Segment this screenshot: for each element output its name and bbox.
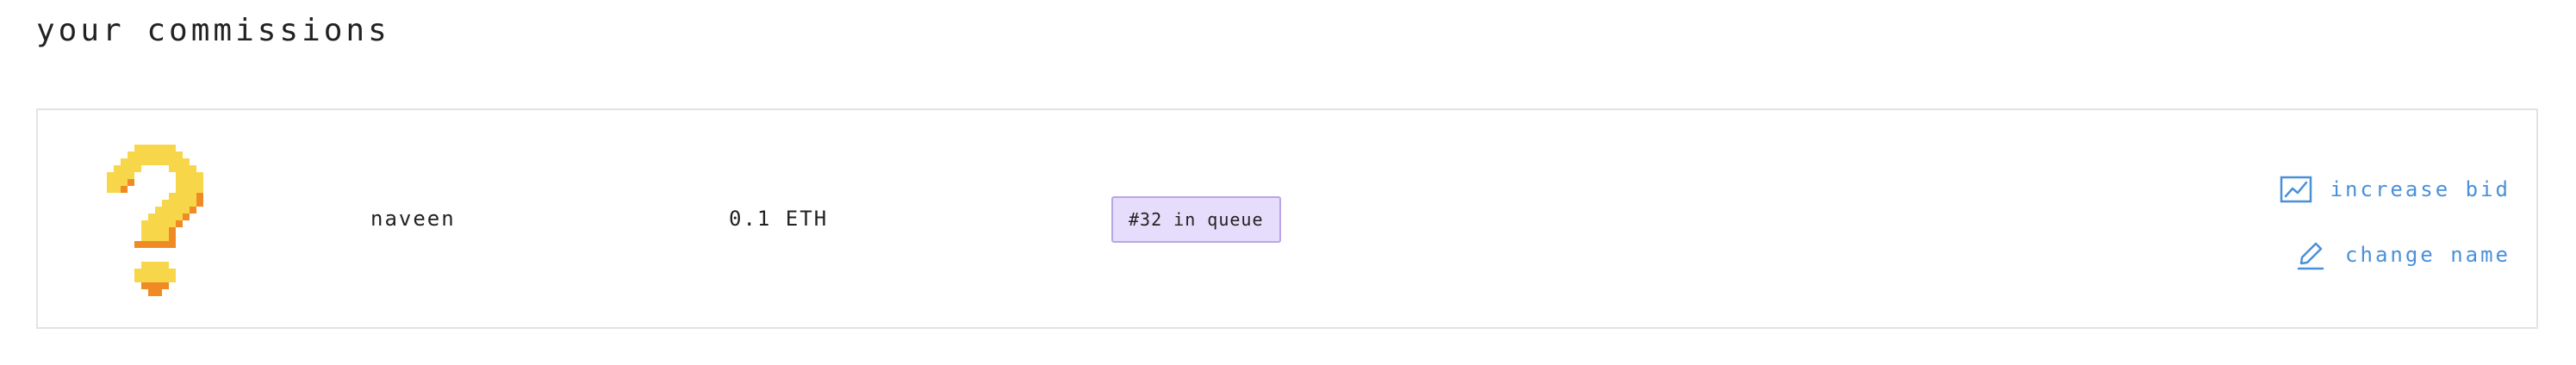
pencil-icon [2297, 242, 2324, 270]
chart-line-icon [2280, 176, 2312, 203]
pixel-question-mark-icon [107, 145, 203, 296]
increase-bid-button[interactable]: increase bid [2279, 172, 2511, 207]
commission-name: naveen [370, 207, 456, 231]
increase-bid-label: increase bid [2330, 177, 2511, 201]
commission-avatar [107, 145, 203, 296]
commission-bid: 0.1 ETH [729, 207, 829, 231]
page-title: your commissions [36, 13, 390, 48]
change-name-label: change name [2345, 243, 2511, 267]
queue-status-badge: #32 in queue [1111, 196, 1281, 243]
commission-card: naveen 0.1 ETH #32 in queue increase bid… [36, 108, 2538, 329]
change-name-button[interactable]: change name [2293, 238, 2511, 272]
